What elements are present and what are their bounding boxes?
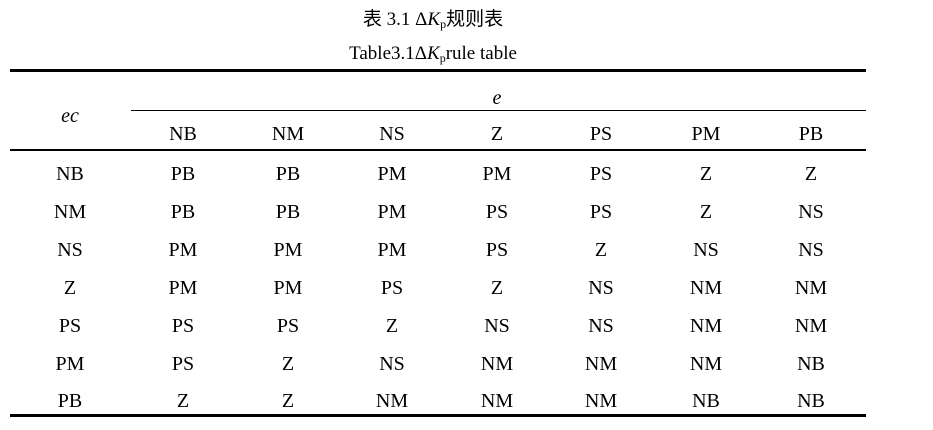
- row-label-ns: NS: [57, 239, 83, 261]
- table-cell: PB: [170, 163, 196, 185]
- table-cell: NM: [689, 315, 723, 337]
- table-cell: NS: [798, 239, 824, 261]
- table-cell: Z: [594, 239, 608, 261]
- table-cell: NB: [797, 353, 825, 375]
- row-label-nb: NB: [56, 163, 84, 185]
- table-cell: NS: [379, 353, 405, 375]
- row-label-z: Z: [63, 277, 77, 299]
- table-cell: PS: [589, 201, 613, 223]
- table-cell: PS: [589, 163, 613, 185]
- table-cell: NB: [692, 390, 720, 412]
- table-cell: NS: [588, 277, 614, 299]
- column-header-nm: NM: [271, 123, 305, 145]
- column-group-rule: [131, 110, 866, 111]
- table-cell: PS: [171, 353, 195, 375]
- table-cell: Z: [490, 277, 504, 299]
- table-caption-chinese: 表 3.1 ΔKp规则表: [0, 9, 866, 35]
- table-cell: PS: [485, 201, 509, 223]
- table-cell: NM: [480, 390, 514, 412]
- column-header-pb: PB: [798, 123, 824, 145]
- table-cell: NS: [693, 239, 719, 261]
- row-header-label: ec: [61, 105, 79, 127]
- table-cell: Z: [176, 390, 190, 412]
- table-cell: PM: [168, 239, 198, 261]
- column-header-z: Z: [490, 123, 504, 145]
- table-cell: NS: [484, 315, 510, 337]
- table-caption-english: Table3.1ΔKprule table: [0, 43, 866, 69]
- caption-cn-k: K: [427, 9, 441, 30]
- table-cell: PB: [275, 163, 301, 185]
- table-cell: Z: [385, 315, 399, 337]
- table-cell: PM: [377, 239, 407, 261]
- table-cell: PS: [171, 315, 195, 337]
- row-label-pm: PM: [55, 353, 85, 375]
- table-cell: NM: [794, 277, 828, 299]
- table-cell: PM: [377, 163, 407, 185]
- table-bottom-rule: [10, 414, 866, 417]
- caption-en-suffix: rule table: [445, 43, 517, 64]
- table-cell: PB: [275, 201, 301, 223]
- header-bottom-rule: [10, 149, 866, 151]
- table-cell: NM: [689, 353, 723, 375]
- table-cell: PS: [380, 277, 404, 299]
- table-cell: Z: [804, 163, 818, 185]
- caption-en-prefix: Table3.1Δ: [349, 43, 427, 64]
- table-cell: Z: [699, 163, 713, 185]
- table-top-rule: [10, 69, 866, 72]
- column-header-pm: PM: [691, 123, 721, 145]
- caption-cn-prefix: 表 3.1 Δ: [362, 9, 428, 30]
- row-label-nm: NM: [53, 201, 87, 223]
- table-cell: PS: [276, 315, 300, 337]
- table-cell: NS: [798, 201, 824, 223]
- column-group-label: e: [492, 87, 502, 109]
- table-cell: NM: [584, 353, 618, 375]
- caption-cn-suffix: 规则表: [446, 9, 504, 30]
- column-header-ps: PS: [589, 123, 613, 145]
- table-cell: NB: [797, 390, 825, 412]
- row-label-ps: PS: [58, 315, 82, 337]
- table-cell: Z: [281, 390, 295, 412]
- table-cell: PM: [273, 277, 303, 299]
- table-cell: NM: [375, 390, 409, 412]
- table-cell: PM: [482, 163, 512, 185]
- table-cell: PS: [485, 239, 509, 261]
- table-cell: PM: [168, 277, 198, 299]
- table-cell: NM: [689, 277, 723, 299]
- table-cell: PB: [170, 201, 196, 223]
- table-cell: NM: [584, 390, 618, 412]
- table-cell: Z: [699, 201, 713, 223]
- table-cell: PM: [273, 239, 303, 261]
- row-label-pb: PB: [57, 390, 83, 412]
- table-cell: Z: [281, 353, 295, 375]
- column-header-ns: NS: [379, 123, 405, 145]
- table-cell: NM: [794, 315, 828, 337]
- table-cell: NM: [480, 353, 514, 375]
- caption-en-k: K: [427, 43, 440, 64]
- column-header-nb: NB: [169, 123, 197, 145]
- table-cell: NS: [588, 315, 614, 337]
- table-cell: PM: [377, 201, 407, 223]
